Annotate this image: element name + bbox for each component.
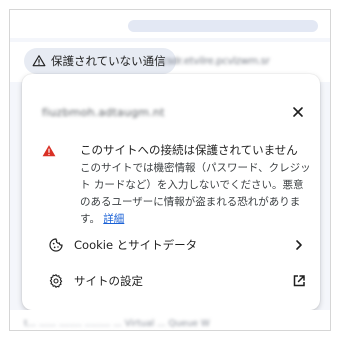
security-chip[interactable]: 保護されていない通信 <box>24 48 176 74</box>
open-external-icon <box>293 275 305 287</box>
cookies-site-data-item[interactable]: Cookie とサイトデータ <box>22 228 320 262</box>
warning-triangle-red-icon <box>42 145 56 157</box>
site-info-popup: fiuzbmoh.adtaugm.nt このサイトへの接続は保護されていません … <box>22 74 320 310</box>
page-text-blurred: t... ...... ........ ......... ... Virtu… <box>24 319 210 327</box>
chevron-right-icon <box>296 240 302 250</box>
close-icon <box>293 107 303 117</box>
url-text[interactable]: csdr.etvilre.pcvlzwm.sr <box>162 53 302 69</box>
gear-icon <box>49 274 63 288</box>
warning-title: このサイトへの接続は保護されていません <box>80 143 298 157</box>
security-chip-label: 保護されていない通信 <box>51 54 166 68</box>
warning-triangle-icon <box>32 55 46 67</box>
details-link[interactable]: 詳細 <box>103 213 124 225</box>
site-settings-label: サイトの設定 <box>74 274 143 288</box>
browser-viewport: 保護されていない通信 csdr.etvilre.pcvlzwm.sr fiuzb… <box>9 9 331 331</box>
cookie-icon <box>49 238 63 252</box>
popup-domain: fiuzbmoh.adtaugm.nt <box>42 106 165 119</box>
site-settings-item[interactable]: サイトの設定 <box>22 264 320 298</box>
warning-body: このサイトでは機密情報（パスワード、クレジット カードなど）を入力しないでくださ… <box>80 160 312 228</box>
tab-bar-blurred <box>128 20 318 32</box>
cookies-site-data-label: Cookie とサイトデータ <box>74 238 198 252</box>
page-content-behind: t... ...... ........ ......... ... Virtu… <box>10 310 330 330</box>
tab-strip <box>10 10 330 38</box>
close-button[interactable] <box>286 100 310 124</box>
url-text-blurred: csdr.etvilre.pcvlzwm.sr <box>162 55 270 67</box>
